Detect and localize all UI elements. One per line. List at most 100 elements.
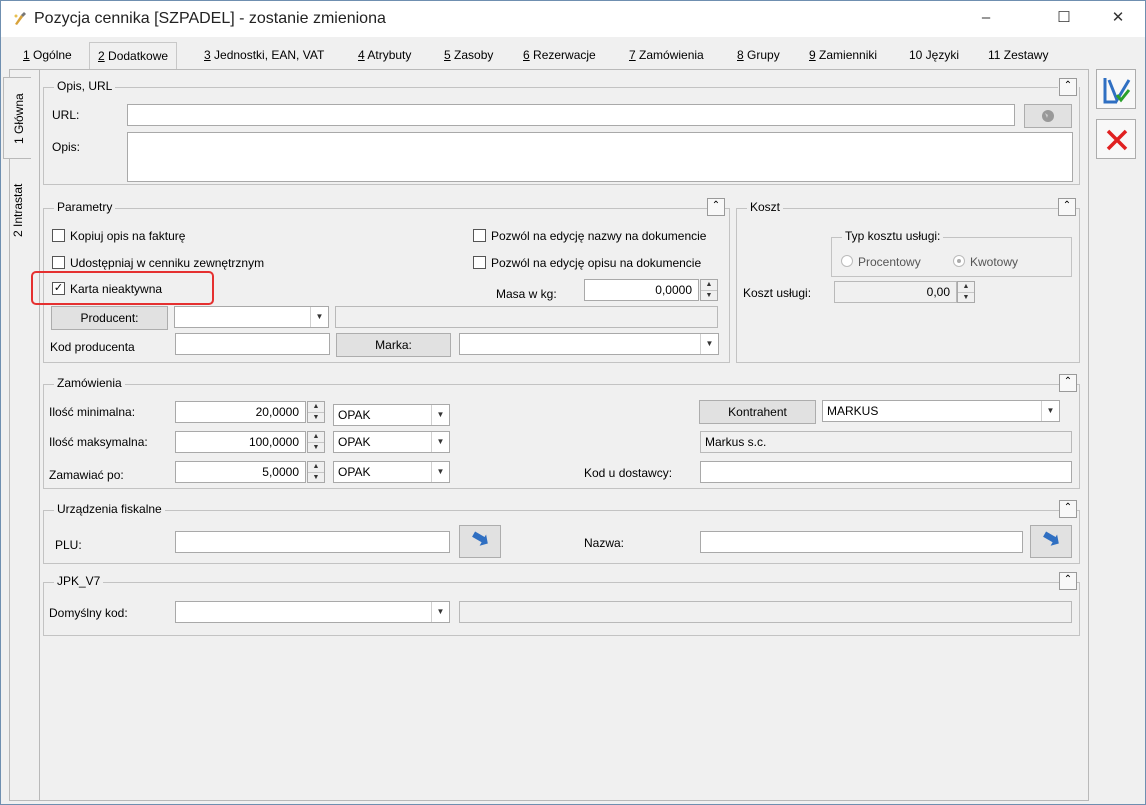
zamawiac-label: Zamawiać po: <box>49 468 124 482</box>
kopiuj-checkbox[interactable] <box>52 229 65 242</box>
chevron-down-icon: ▼ <box>1041 401 1059 421</box>
masa-label: Masa w kg: <box>496 287 557 301</box>
collapse-koszt-button[interactable]: ⌃ <box>1058 198 1076 216</box>
zamawiac-unit-combo[interactable]: OPAK ▼ <box>333 461 450 483</box>
kwotowy-label: Kwotowy <box>970 255 1019 269</box>
koszt-uslugi-label: Koszt usługi: <box>743 286 812 300</box>
kod-producenta-input[interactable] <box>175 333 330 355</box>
kontrahent-combo[interactable]: MARKUS ▼ <box>822 400 1060 422</box>
masa-input[interactable]: 0,0000 <box>584 279 699 301</box>
tab-zasoby[interactable]: 5 Zasoby <box>436 42 501 70</box>
min-input[interactable]: 20,0000 <box>175 401 306 423</box>
domyslny-kod-combo[interactable]: ▼ <box>175 601 450 623</box>
producent-combo[interactable]: ▼ <box>174 306 329 328</box>
chevron-down-icon: ▼ <box>431 432 449 452</box>
tab-atrybuty[interactable]: 4 Atrybuty <box>350 42 419 70</box>
highlight-box <box>31 271 214 305</box>
url-label: URL: <box>52 108 80 122</box>
collapse-jpk-button[interactable]: ⌃ <box>1059 572 1077 590</box>
kopiuj-label: Kopiuj opis na fakturę <box>70 229 186 243</box>
pozwol-opis-checkbox[interactable] <box>473 256 486 269</box>
fiskalne-group-title: Urządzenia fiskalne <box>54 502 165 516</box>
domyslny-kod-label: Domyślny kod: <box>49 606 128 620</box>
tab-content: Opis, URL ⌃ URL: Opis: Parametry ⌃ Kopiu… <box>39 70 1089 801</box>
tab-grupy[interactable]: 8 Grupy <box>729 42 788 70</box>
procentowy-radio[interactable] <box>841 255 853 267</box>
url-input[interactable] <box>127 104 1015 126</box>
plu-input[interactable] <box>175 531 450 553</box>
max-label: Ilość maksymalna: <box>49 435 148 449</box>
app-icon <box>14 12 26 25</box>
arrow-icon <box>472 531 488 546</box>
zamawiac-input[interactable]: 5,0000 <box>175 461 306 483</box>
kod-dostawcy-input[interactable] <box>700 461 1072 483</box>
collapse-opis-button[interactable]: ⌃ <box>1059 78 1077 96</box>
typ-kosztu-title: Typ kosztu usługi: <box>842 229 944 243</box>
close-button[interactable]: ✕ <box>1095 1 1141 35</box>
marka-combo[interactable]: ▼ <box>459 333 719 355</box>
chevron-down-icon: ▼ <box>431 602 449 622</box>
chevron-down-icon: ▼ <box>700 334 718 354</box>
marka-button[interactable]: Marka: <box>336 333 451 357</box>
globe-button[interactable] <box>1024 104 1072 128</box>
opis-group-title: Opis, URL <box>54 79 116 93</box>
producent-name-field <box>335 306 718 328</box>
tab-ogolne[interactable]: 1 Ogólne <box>15 42 80 70</box>
tab-jezyki[interactable]: 10 Języki <box>901 42 967 70</box>
tab-jednostki[interactable]: 3 Jednostki, EAN, VAT <box>196 42 332 70</box>
save-icon <box>1103 78 1131 104</box>
opis-textarea[interactable] <box>127 132 1073 182</box>
jpk-group-title: JPK_V7 <box>54 574 104 588</box>
chevron-down-icon: ▼ <box>431 405 449 425</box>
domyslny-kod-desc-field <box>459 601 1072 623</box>
tab-zestawy[interactable]: 11 Zestawy <box>980 42 1056 70</box>
pozwol-nazwa-checkbox[interactable] <box>473 229 486 242</box>
plu-action-button[interactable] <box>459 525 501 558</box>
max-spinner[interactable]: ▲ ▼ <box>307 431 325 453</box>
procentowy-label: Procentowy <box>858 255 921 269</box>
window-title: Pozycja cennika [SZPADEL] - zostanie zmi… <box>34 10 386 27</box>
min-label: Ilość minimalna: <box>49 405 136 419</box>
tab-dodatkowe[interactable]: 2 Dodatkowe <box>89 42 178 71</box>
save-button[interactable] <box>1096 69 1136 109</box>
cancel-button[interactable] <box>1096 119 1136 159</box>
producent-button[interactable]: Producent: <box>51 306 168 330</box>
pozwol-nazwa-label: Pozwól na edycję nazwy na dokumencie <box>491 229 707 243</box>
tab-zamowienia[interactable]: 7 Zamówienia <box>621 42 712 70</box>
kontrahent-name-field: Markus s.c. <box>700 431 1072 453</box>
collapse-parametry-button[interactable]: ⌃ <box>707 198 725 216</box>
plu-label: PLU: <box>55 538 82 552</box>
koszt-uslugi-input[interactable]: 0,00 <box>834 281 957 303</box>
globe-icon <box>1042 110 1054 122</box>
vtab-intrastat[interactable]: 2 Intrastat <box>3 161 31 241</box>
tab-zamienniki[interactable]: 9 Zamienniki <box>801 42 885 70</box>
nazwa-action-button[interactable] <box>1030 525 1072 558</box>
pozwol-opis-label: Pozwól na edycję opisu na dokumencie <box>491 256 702 270</box>
chevron-down-icon: ▼ <box>310 307 328 327</box>
udostepniaj-label: Udostępniaj w cenniku zewnętrznym <box>70 256 265 270</box>
max-input[interactable]: 100,0000 <box>175 431 306 453</box>
vtab-glowna[interactable]: 1 Główna <box>3 77 31 159</box>
nazwa-input[interactable] <box>700 531 1023 553</box>
masa-spinner[interactable]: ▲ ▼ <box>700 279 718 301</box>
dialog-window: Pozycja cennika [SZPADEL] - zostanie zmi… <box>0 0 1146 805</box>
min-unit-combo[interactable]: OPAK ▼ <box>333 404 450 426</box>
koszt-spinner[interactable]: ▲ ▼ <box>957 281 975 303</box>
cancel-icon <box>1106 129 1128 151</box>
tab-rezerwacje[interactable]: 6 Rezerwacje <box>515 42 604 70</box>
minimize-button[interactable]: – <box>963 1 1009 35</box>
maximize-button[interactable]: ☐ <box>1041 1 1087 35</box>
arrow-icon <box>1043 531 1059 546</box>
zamawiac-spinner[interactable]: ▲ ▼ <box>307 461 325 483</box>
koszt-group-title: Koszt <box>747 200 784 214</box>
min-spinner[interactable]: ▲ ▼ <box>307 401 325 423</box>
kod-dostawcy-label: Kod u dostawcy: <box>584 466 673 480</box>
collapse-fiskalne-button[interactable]: ⌃ <box>1059 500 1077 518</box>
collapse-zamowienia-button[interactable]: ⌃ <box>1059 374 1077 392</box>
max-unit-combo[interactable]: OPAK ▼ <box>333 431 450 453</box>
kwotowy-radio[interactable] <box>953 255 965 267</box>
nazwa-label: Nazwa: <box>584 536 625 550</box>
title-bar: Pozycja cennika [SZPADEL] - zostanie zmi… <box>1 1 1145 37</box>
kontrahent-button[interactable]: Kontrahent <box>699 400 816 424</box>
udostepniaj-checkbox[interactable] <box>52 256 65 269</box>
